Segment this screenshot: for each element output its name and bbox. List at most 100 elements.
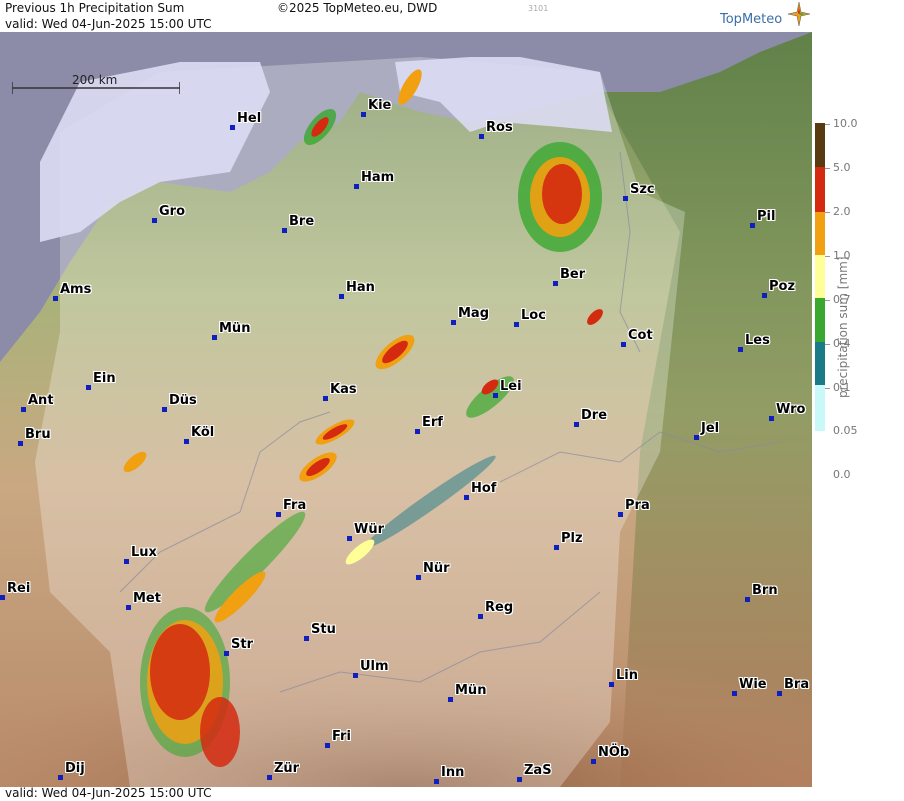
city-marker: [230, 125, 235, 130]
city-marker: [574, 422, 579, 427]
city-label: Gro: [159, 204, 186, 219]
scale-bar: 200 km: [12, 73, 180, 96]
city-marker: [451, 320, 456, 325]
legend-swatch: [815, 298, 825, 342]
legend-level-label: 5.0: [833, 161, 851, 174]
city-marker: [282, 228, 287, 233]
city-label: NÖb: [598, 745, 630, 760]
city-label: Rei: [7, 581, 31, 596]
map-footer: valid: Wed 04-Jun-2025 15:00 UTC: [0, 786, 812, 801]
city-marker: [732, 691, 737, 696]
legend-tick: [825, 300, 830, 301]
city-marker: [694, 435, 699, 440]
city-marker: [152, 218, 157, 223]
legend-tick: [825, 344, 830, 345]
precipitation-map[interactable]: 200 km Hel Kie Ros Ham Szc Gro Bre Pil Ber Ams Han…: [0, 32, 813, 787]
city-marker: [354, 184, 359, 189]
city-marker: [514, 322, 519, 327]
city-label: Ber: [560, 267, 586, 282]
city-marker: [353, 673, 358, 678]
legend-swatch: [815, 255, 825, 298]
city-marker: [325, 743, 330, 748]
legend-swatch: [815, 167, 825, 212]
city-label: Loc: [521, 308, 546, 323]
city-label: Brn: [752, 583, 778, 598]
city-label: Kie: [368, 98, 392, 113]
city-marker: [58, 775, 63, 780]
topmeteo-logo: TopMeteo: [720, 12, 783, 27]
image-code: 3101: [528, 4, 549, 13]
city-label: Str: [231, 637, 253, 652]
city-label: Erf: [422, 415, 443, 430]
legend-swatch: [815, 212, 825, 255]
city-label: Ant: [28, 393, 54, 408]
precipitation-legend: 10.0 5.0 2.0 1.0 0.7 0.4 0.1 0.05 0.0: [812, 0, 904, 801]
city-label: Nür: [423, 561, 450, 576]
city-marker: [464, 495, 469, 500]
city-marker: [267, 775, 272, 780]
city-marker: [591, 759, 596, 764]
city-marker: [769, 416, 774, 421]
map-header: Previous 1h Precipitation Sum valid: Wed…: [0, 0, 812, 32]
city-marker: [434, 779, 439, 784]
city-label: Düs: [169, 393, 197, 408]
city-label: Bre: [289, 214, 315, 229]
city-marker: [448, 697, 453, 702]
legend-swatch: [815, 342, 825, 385]
city-label: Pil: [757, 209, 776, 224]
city-marker: [609, 682, 614, 687]
city-label: Mün: [219, 321, 251, 336]
city-label: Bra: [784, 677, 810, 692]
city-label: Ein: [93, 371, 116, 386]
city-label: Hof: [471, 481, 497, 496]
legend-tick: [825, 212, 830, 213]
city-label: Bru: [25, 427, 51, 442]
city-marker: [478, 614, 483, 619]
scale-label: 200 km: [72, 73, 118, 87]
city-marker: [738, 347, 743, 352]
city-marker: [762, 293, 767, 298]
city-label: Ulm: [360, 659, 389, 674]
city-label: Poz: [769, 279, 796, 294]
city-label: Wür: [354, 522, 385, 537]
city-marker: [0, 595, 5, 600]
city-marker: [554, 545, 559, 550]
city-marker: [126, 605, 131, 610]
city-label: Mün: [455, 683, 487, 698]
city-marker: [416, 575, 421, 580]
legend-swatch: [815, 385, 825, 431]
city-label: Dij: [65, 761, 85, 776]
city-marker: [750, 223, 755, 228]
city-marker: [18, 441, 23, 446]
city-marker: [184, 439, 189, 444]
city-marker: [621, 342, 626, 347]
city-marker: [323, 396, 328, 401]
city-marker: [361, 112, 366, 117]
city-label: Han: [346, 280, 375, 295]
city-marker: [553, 281, 558, 286]
city-label: Pra: [625, 498, 650, 513]
city-label: Inn: [441, 765, 465, 780]
city-label: Ams: [60, 282, 92, 297]
city-label: Kas: [330, 382, 357, 397]
city-label: Met: [133, 591, 161, 606]
city-label: Hel: [237, 111, 262, 126]
city-marker: [124, 559, 129, 564]
map-canvas: [0, 32, 812, 787]
city-label: Les: [745, 333, 770, 348]
city-marker: [53, 296, 58, 301]
valid-time: valid: Wed 04-Jun-2025 15:00 UTC: [5, 17, 212, 31]
city-marker: [304, 636, 309, 641]
city-label: Lin: [616, 668, 638, 683]
legend-level-label: 0.05: [833, 424, 858, 437]
city-label: Cot: [628, 328, 653, 343]
legend-level-label: 10.0: [833, 117, 858, 130]
city-label: Wro: [776, 402, 806, 417]
city-label: Mag: [458, 306, 490, 321]
city-marker: [479, 134, 484, 139]
city-label: Fra: [283, 498, 307, 513]
city-marker: [276, 512, 281, 517]
legend-tick: [825, 124, 830, 125]
city-marker: [517, 777, 522, 782]
city-marker: [347, 536, 352, 541]
